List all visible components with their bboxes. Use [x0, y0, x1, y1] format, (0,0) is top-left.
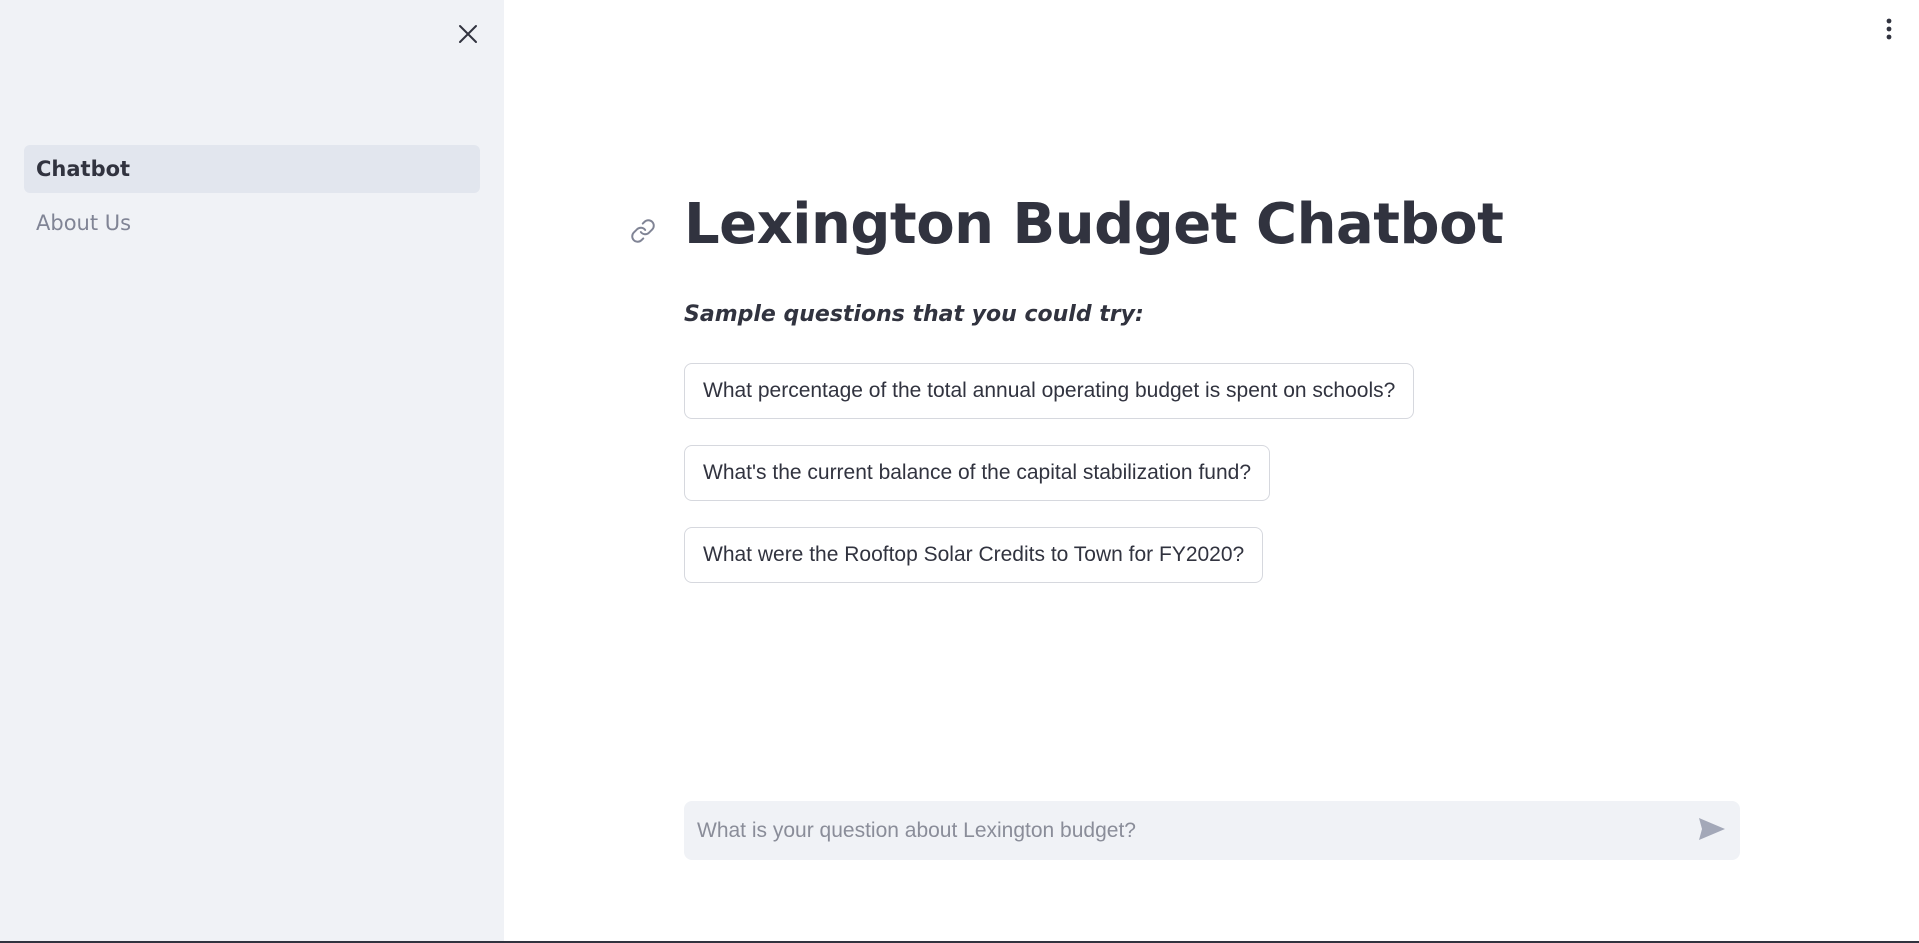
send-button[interactable] [1684, 801, 1740, 860]
chat-input[interactable] [684, 800, 1684, 861]
close-sidebar-button[interactable] [452, 20, 484, 52]
page-title: Lexington Budget Chatbot [684, 192, 1504, 257]
sample-question-button[interactable]: What were the Rooftop Solar Credits to T… [684, 527, 1264, 583]
main-menu-button[interactable] [1877, 16, 1901, 46]
sidebar-item-about-us[interactable]: About Us [24, 199, 480, 247]
sample-questions-heading: Sample questions that you could try: [684, 302, 1144, 327]
main-content: Lexington Budget Chatbot Sample question… [504, 0, 1919, 941]
more-vertical-icon [1886, 18, 1892, 44]
sidebar-nav: Chatbot About Us [24, 145, 480, 253]
app: Chatbot About Us Lexington Budget Chatbo… [0, 0, 1919, 943]
sample-question-button[interactable]: What percentage of the total annual oper… [684, 363, 1415, 419]
chat-input-container [684, 800, 1740, 861]
title-anchor-link[interactable] [628, 218, 658, 248]
close-icon [457, 23, 479, 49]
sidebar-item-chatbot[interactable]: Chatbot [24, 145, 480, 193]
sidebar-item-label: About Us [36, 211, 132, 235]
sidebar: Chatbot About Us [0, 0, 504, 941]
send-icon [1698, 817, 1726, 845]
link-icon [630, 218, 656, 248]
sample-question-button[interactable]: What's the current balance of the capita… [684, 445, 1270, 501]
sidebar-item-label: Chatbot [36, 157, 131, 181]
